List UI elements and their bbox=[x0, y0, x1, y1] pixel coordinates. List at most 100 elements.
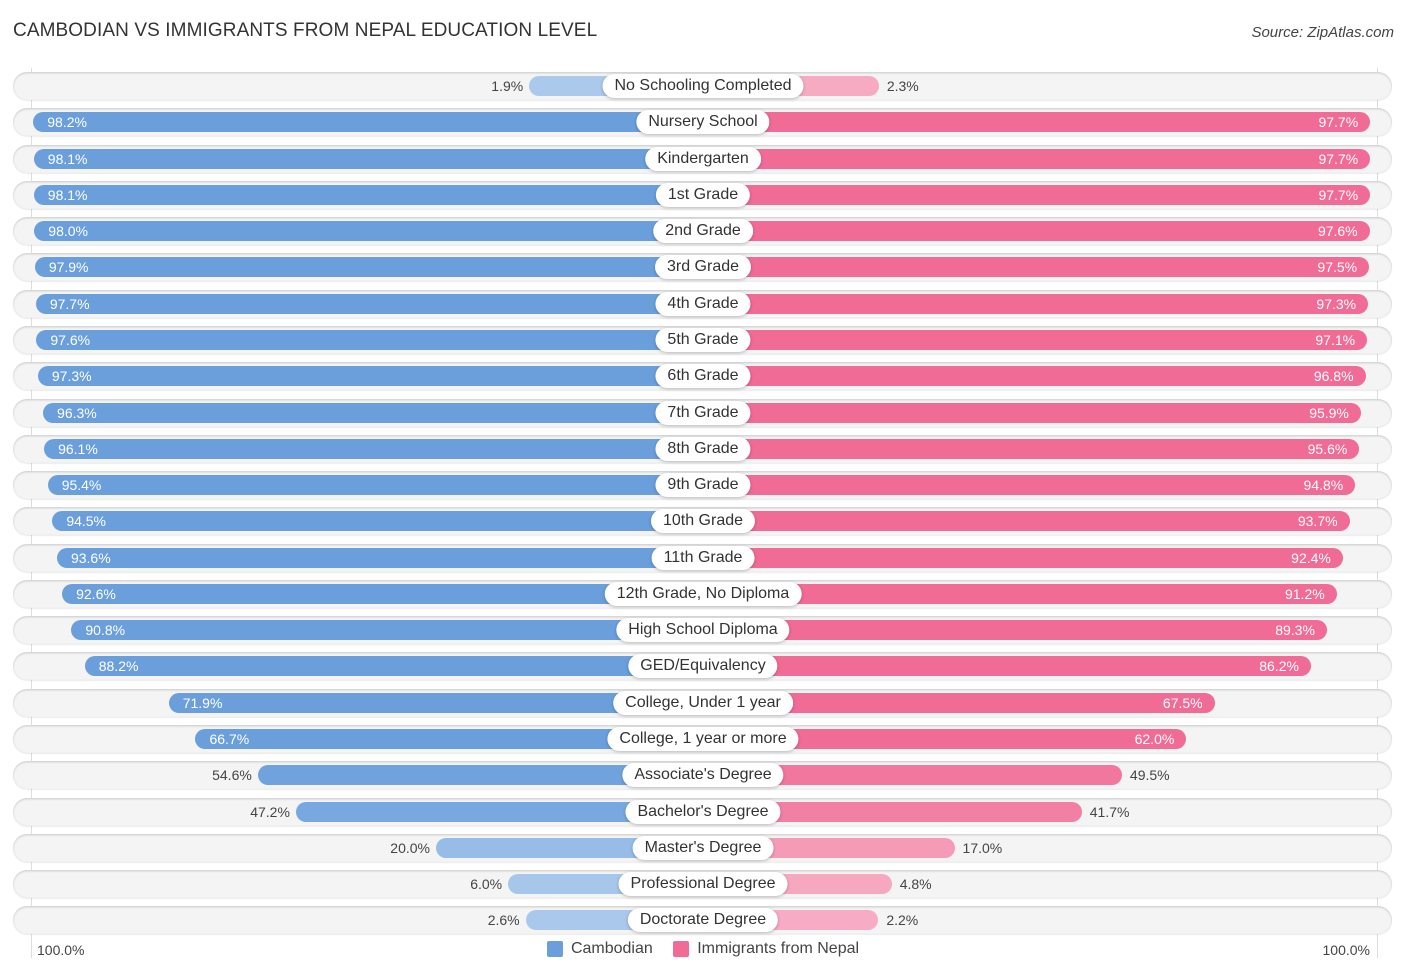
value-label-nepal: 86.2% bbox=[1259, 658, 1299, 675]
value-label-nepal: 97.7% bbox=[1318, 186, 1359, 203]
category-label: 12th Grade, No Diploma bbox=[604, 581, 802, 606]
category-label: 9th Grade bbox=[655, 473, 751, 498]
bar-nepal[interactable] bbox=[703, 221, 1370, 242]
category-label: 6th Grade bbox=[655, 364, 751, 389]
value-label-cambodian: 97.9% bbox=[48, 259, 89, 276]
bar-cambodian[interactable] bbox=[44, 438, 703, 459]
value-label-cambodian: 98.2% bbox=[47, 114, 87, 131]
value-label-nepal: 97.3% bbox=[1316, 295, 1357, 312]
bar-nepal[interactable] bbox=[703, 293, 1369, 314]
value-label-nepal: 67.5% bbox=[1162, 694, 1203, 711]
bar-cambodian[interactable] bbox=[84, 656, 703, 677]
category-label: Master's Degree bbox=[632, 835, 774, 860]
value-label-cambodian: 98.0% bbox=[48, 223, 88, 240]
bar-cambodian[interactable] bbox=[71, 620, 703, 641]
category-label: No Schooling Completed bbox=[602, 74, 804, 98]
category-label: Kindergarten bbox=[645, 146, 761, 171]
bar-nepal[interactable] bbox=[703, 112, 1371, 133]
category-label: Doctorate Degree bbox=[627, 908, 779, 933]
value-label-cambodian: 97.3% bbox=[51, 368, 92, 385]
value-label-cambodian: 97.7% bbox=[49, 295, 90, 312]
category-label: College, Under 1 year bbox=[613, 690, 793, 715]
legend-label-cambodian: Cambodian bbox=[570, 940, 653, 957]
bar-cambodian[interactable] bbox=[35, 293, 703, 314]
value-label-cambodian: 71.9% bbox=[182, 694, 223, 711]
bar-cambodian[interactable] bbox=[34, 257, 703, 278]
value-label-cambodian: 96.1% bbox=[58, 440, 98, 457]
bar-nepal[interactable] bbox=[703, 329, 1368, 350]
legend-label-nepal: Immigrants from Nepal bbox=[697, 940, 860, 957]
bar-nepal[interactable] bbox=[703, 656, 1311, 677]
value-label-nepal: 2.2% bbox=[886, 912, 919, 929]
bar-nepal[interactable] bbox=[703, 257, 1370, 278]
value-label-cambodian: 94.5% bbox=[66, 513, 107, 530]
category-label: College, 1 year or more bbox=[607, 727, 799, 752]
value-label-cambodian: 1.9% bbox=[491, 78, 524, 94]
value-label-nepal: 97.7% bbox=[1318, 150, 1359, 167]
bar-cambodian[interactable] bbox=[33, 148, 703, 169]
value-label-cambodian: 90.8% bbox=[85, 622, 126, 639]
value-label-nepal: 93.7% bbox=[1297, 513, 1338, 530]
category-label: Nursery School bbox=[636, 110, 770, 135]
value-label-cambodian: 20.0% bbox=[390, 839, 430, 856]
bar-cambodian[interactable] bbox=[36, 329, 703, 350]
legend-swatch-nepal bbox=[673, 941, 690, 957]
bar-cambodian[interactable] bbox=[52, 511, 703, 532]
bar-nepal[interactable] bbox=[703, 184, 1371, 205]
bar-cambodian[interactable] bbox=[56, 547, 703, 568]
category-label: 8th Grade bbox=[655, 436, 751, 461]
value-label-cambodian: 95.4% bbox=[61, 477, 102, 494]
legend: Cambodian Immigrants from Nepal bbox=[0, 940, 1406, 962]
value-label-nepal: 92.4% bbox=[1291, 549, 1331, 566]
value-label-cambodian: 98.1% bbox=[47, 150, 88, 167]
bar-nepal[interactable] bbox=[703, 620, 1327, 641]
value-label-cambodian: 97.6% bbox=[50, 331, 91, 348]
bar-nepal[interactable] bbox=[703, 366, 1366, 387]
value-label-cambodian: 47.2% bbox=[250, 803, 290, 820]
category-label: Bachelor's Degree bbox=[625, 799, 781, 824]
value-label-nepal: 95.6% bbox=[1307, 440, 1348, 457]
bar-cambodian[interactable] bbox=[33, 184, 703, 205]
value-label-nepal: 91.2% bbox=[1284, 585, 1325, 602]
bar-cambodian[interactable] bbox=[34, 221, 703, 242]
category-label: 5th Grade bbox=[655, 327, 751, 352]
bar-nepal[interactable] bbox=[703, 402, 1361, 423]
bar-nepal[interactable] bbox=[703, 438, 1360, 459]
bar-cambodian[interactable] bbox=[33, 112, 703, 133]
bar-cambodian[interactable] bbox=[43, 402, 703, 423]
value-label-nepal: 97.6% bbox=[1317, 223, 1358, 240]
legend-item-cambodian[interactable]: Cambodian bbox=[546, 940, 653, 958]
category-label: Professional Degree bbox=[618, 872, 788, 897]
value-label-cambodian: 88.2% bbox=[98, 658, 139, 675]
value-label-cambodian: 6.0% bbox=[470, 876, 503, 893]
value-label-nepal: 94.8% bbox=[1303, 477, 1344, 494]
bar-cambodian[interactable] bbox=[37, 366, 703, 387]
bar-nepal[interactable] bbox=[703, 475, 1356, 496]
value-label-nepal: 97.1% bbox=[1315, 331, 1356, 348]
bar-nepal[interactable] bbox=[703, 511, 1350, 532]
bar-nepal[interactable] bbox=[703, 547, 1343, 568]
category-label: 4th Grade bbox=[655, 291, 751, 316]
value-label-cambodian: 96.3% bbox=[57, 404, 97, 421]
category-label: 3rd Grade bbox=[654, 255, 752, 280]
category-label: Associate's Degree bbox=[622, 763, 784, 788]
value-label-cambodian: 2.6% bbox=[487, 912, 520, 929]
value-label-cambodian: 93.6% bbox=[70, 549, 111, 566]
value-label-nepal: 4.8% bbox=[899, 876, 932, 893]
value-label-nepal: 62.0% bbox=[1134, 731, 1175, 748]
value-label-nepal: 49.5% bbox=[1129, 767, 1170, 784]
value-label-cambodian: 54.6% bbox=[212, 767, 252, 784]
value-label-nepal: 97.5% bbox=[1317, 259, 1358, 276]
category-label: 11th Grade bbox=[651, 545, 755, 570]
legend-item-nepal[interactable]: Immigrants from Nepal bbox=[673, 940, 859, 958]
bar-nepal[interactable] bbox=[703, 148, 1371, 169]
value-label-cambodian: 66.7% bbox=[209, 731, 250, 748]
bar-cambodian[interactable] bbox=[47, 475, 703, 496]
value-label-nepal: 95.9% bbox=[1309, 404, 1349, 421]
category-label: High School Diploma bbox=[616, 618, 790, 643]
value-label-nepal: 41.7% bbox=[1089, 803, 1130, 820]
value-label-cambodian: 98.1% bbox=[47, 186, 88, 203]
value-label-nepal: 97.7% bbox=[1318, 114, 1359, 131]
category-label: GED/Equivalency bbox=[628, 654, 778, 679]
category-label: 10th Grade bbox=[650, 509, 756, 534]
